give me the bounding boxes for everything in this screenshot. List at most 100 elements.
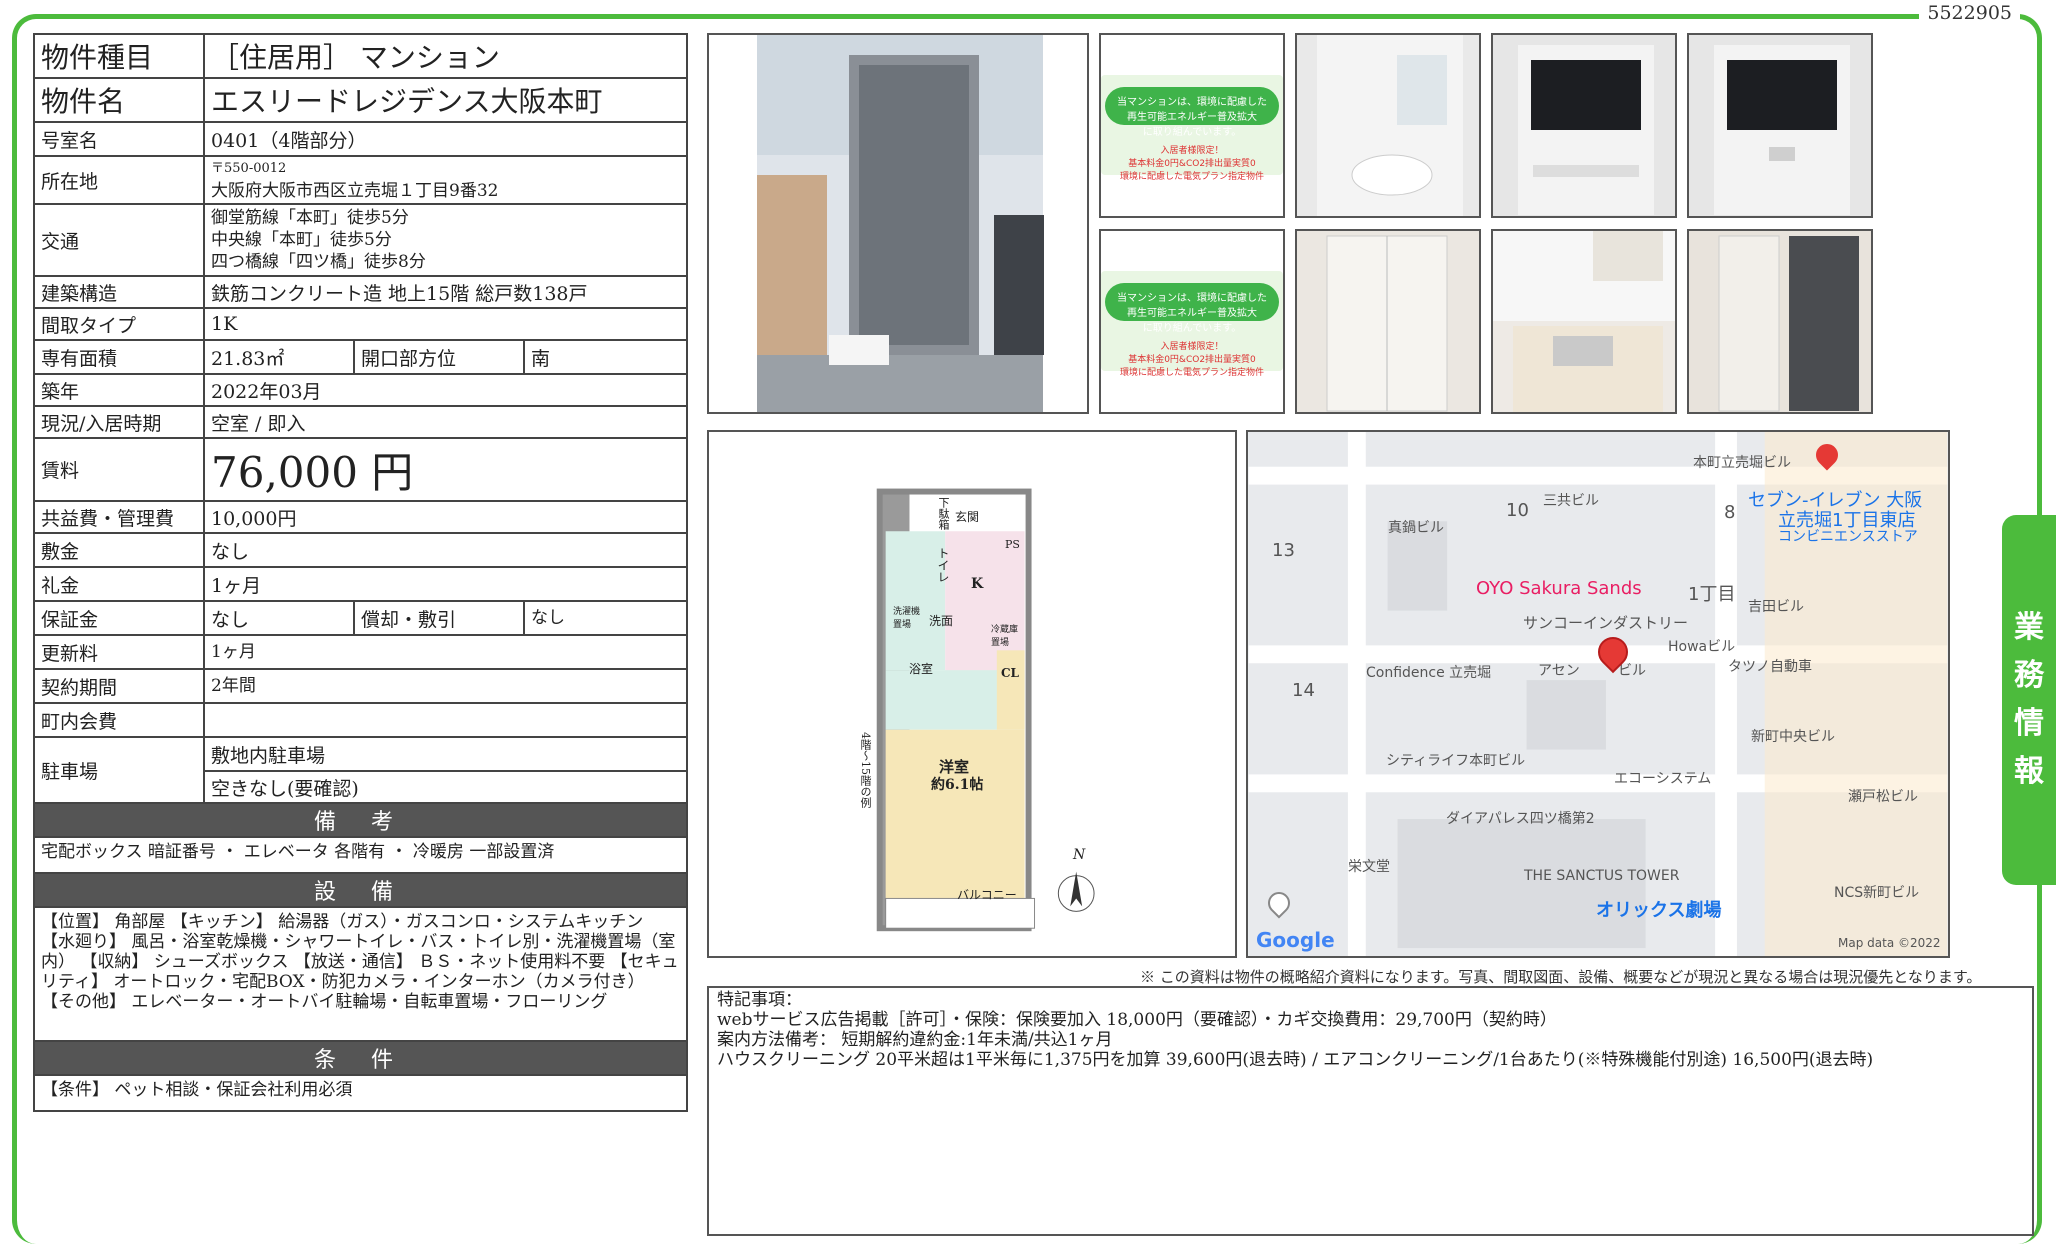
intercom-photo-1[interactable] <box>1491 33 1677 218</box>
remarks-heading: 備 考 <box>33 802 688 838</box>
structure-value: 鉄筋コンクリート造 地上15階 総戸数138戸 <box>203 275 688 309</box>
map-label: シティライフ本町ビル <box>1386 753 1526 769</box>
key-money-value: 1ヶ月 <box>203 566 688 602</box>
special-notes-line: 案内方法備考： 短期解約違約金:1年未満/共込1ヶ月 <box>717 1030 1113 1050</box>
energy-banner-photo[interactable]: 当マンションは、環境に配慮した 再生可能エネルギー普及拡大 に取り組んでいます。… <box>1099 229 1285 414</box>
map-label: タツノ自動車 <box>1728 659 1812 675</box>
map-label: 本町立売堀ビル <box>1693 455 1791 471</box>
kitchen-photo[interactable] <box>1491 229 1677 414</box>
deposit-value: なし <box>203 532 688 568</box>
area-label: 専有面積 <box>33 339 205 375</box>
layout-value: 1K <box>203 307 688 341</box>
built-value: 2022年03月 <box>203 373 688 407</box>
equipment-heading: 設 備 <box>33 872 688 908</box>
energy-text: に取り組んでいます。 <box>1142 127 1242 138</box>
map-label: エコーシステム <box>1614 771 1712 787</box>
google-logo: Google <box>1256 928 1335 952</box>
side-tab-char: 情 <box>2014 706 2044 741</box>
energy-text: 基本料金0円&CO2排出量実質0 <box>1128 355 1256 365</box>
closet-photo[interactable] <box>1295 229 1481 414</box>
table-row: 築年 2022年03月 <box>33 373 688 407</box>
table-row: 物件種目 ［住居用］ マンション <box>33 33 688 79</box>
table-row: 物件名 エスリードレジデンス大阪本町 <box>33 77 688 123</box>
plan-label: バルコニー <box>957 888 1017 902</box>
disclaimer: ※ この資料は物件の概略紹介資料になります。写真、間取図面、設備、概要などが現況… <box>1140 968 1982 986</box>
direction-label: 開口部方位 <box>353 339 525 375</box>
table-row: 保証金 なし 償却・敷引 なし <box>33 600 688 636</box>
property-table: 物件種目 ［住居用］ マンション 物件名 エスリードレジデンス大阪本町 号室名 … <box>33 33 688 1112</box>
transport-line: 御堂筋線「本町」徒歩5分 <box>211 208 409 228</box>
transport-line: 四つ橋線「四ツ橋」徒歩8分 <box>211 252 426 272</box>
energy-text: 入居者様限定！ <box>1160 342 1224 352</box>
plan-label: 浴室 <box>909 662 934 676</box>
address-label: 所在地 <box>33 155 205 205</box>
layout-label: 間取タイプ <box>33 307 205 341</box>
amort-label: 償却・敷引 <box>353 600 525 636</box>
business-info-tab[interactable]: 業 務 情 報 <box>2002 515 2056 885</box>
map-label: 8 <box>1724 502 1736 523</box>
map-label: コンビニエンスストア <box>1778 529 1918 545</box>
table-row: 更新料 1ヶ月 <box>33 634 688 670</box>
table-row: 専有面積 21.83㎡ 開口部方位 南 <box>33 339 688 375</box>
energy-banner-photo[interactable]: 当マンションは、環境に配慮した 再生可能エネルギー普及拡大 に取り組んでいます。… <box>1099 33 1285 218</box>
parking-label: 駐車場 <box>33 736 205 804</box>
amort-value: なし <box>523 600 688 636</box>
fee-value: 10,000円 <box>203 500 688 534</box>
plan-label: 下駄箱 <box>937 497 950 530</box>
plan-floor-range: 4階〜15階の例 <box>859 732 872 808</box>
map-label: 三共ビル <box>1543 493 1599 509</box>
energy-text: に取り組んでいます。 <box>1142 323 1242 334</box>
table-row: 現況/入居時期 空室 / 即入 <box>33 405 688 439</box>
contract-value: 2年間 <box>203 668 688 704</box>
map-label: 瀬戸松ビル <box>1848 789 1918 805</box>
entrance-photo[interactable] <box>1687 229 1873 414</box>
parking-value: 敷地内駐車場 <box>203 736 688 772</box>
table-row: 共益費・管理費 10,000円 <box>33 500 688 534</box>
plan-label: トイレ <box>936 547 950 583</box>
remarks-text: 宅配ボックス 暗証番号 ・ エレベータ 各階有 ・ 冷暖房 一部設置済 <box>33 836 688 874</box>
table-row: 号室名 0401（4階部分） <box>33 121 688 157</box>
table-row: 条 件 <box>33 1040 688 1076</box>
transport-line: 中央線「本町」徒歩5分 <box>211 230 392 250</box>
table-row: 設 備 <box>33 872 688 908</box>
energy-text: 入居者様限定！ <box>1160 146 1224 156</box>
table-row: 【条件】 ペット相談・保証会社利用必須 <box>33 1074 688 1112</box>
washbasin-photo[interactable] <box>1295 33 1481 218</box>
plan-label: 洗濯機置場 <box>893 607 921 630</box>
table-row: 礼金 1ヶ月 <box>33 566 688 602</box>
conditions-text: 【条件】 ペット相談・保証会社利用必須 <box>33 1074 688 1112</box>
area-value: 21.83㎡ <box>203 339 355 375</box>
parking-availability: 空きなし(要確認) <box>203 770 688 804</box>
map-label: Confidence 立売堀 <box>1366 665 1492 681</box>
energy-text: 基本料金0円&CO2排出量実質0 <box>1128 159 1256 169</box>
floor-plan[interactable]: 下駄箱 玄関 PS トイレ K 洗濯機置場 洗面 冷蔵庫置場 浴室 CL 洋室 … <box>707 430 1237 958</box>
table-row: 所在地 〒550-0012 大阪府大阪市西区立売堀１丁目9番32 <box>33 155 688 205</box>
side-tab-char: 報 <box>2014 754 2044 789</box>
intercom-image <box>1689 35 1871 216</box>
community-label: 町内会費 <box>33 702 205 738</box>
table-row: 宅配ボックス 暗証番号 ・ エレベータ 各階有 ・ 冷暖房 一部設置済 <box>33 836 688 874</box>
table-row: 交通 御堂筋線「本町」徒歩5分 中央線「本町」徒歩5分 四つ橋線「四ツ橋」徒歩8… <box>33 203 688 277</box>
intercom-photo-2[interactable] <box>1687 33 1873 218</box>
energy-text: 再生可能エネルギー普及拡大 <box>1127 308 1257 319</box>
map-label: 栄文堂 <box>1348 859 1390 875</box>
structure-label: 建築構造 <box>33 275 205 309</box>
map-label: NCS新町ビル <box>1834 885 1920 901</box>
status-label: 現況/入居時期 <box>33 405 205 439</box>
map-label: アセン <box>1538 663 1580 679</box>
table-row: 建築構造 鉄筋コンクリート造 地上15階 総戸数138戸 <box>33 275 688 309</box>
map-label: OYO Sakura Sands <box>1476 578 1642 599</box>
guarantee-label: 保証金 <box>33 600 205 636</box>
map-label: 吉田ビル <box>1748 599 1804 615</box>
location-map[interactable]: 本町立売堀ビル 三共ビル 真鍋ビル 10 8 13 セブン-イレブン 大阪 立売… <box>1246 430 1950 958</box>
map-label: オリックス劇場 <box>1596 900 1722 921</box>
plan-label: CL <box>1001 666 1019 680</box>
map-label: Howaビル <box>1668 639 1736 655</box>
postal-code: 〒550-0012 <box>211 161 287 176</box>
building-exterior-image <box>757 35 1044 412</box>
map-label: ダイアパレス四ツ橋第2 <box>1446 811 1595 827</box>
building-photo[interactable] <box>707 33 1089 414</box>
special-notes-line: ハウスクリーニング 20平米超は1平米毎に1,375円を加算 39,600円(退… <box>717 1050 1874 1070</box>
intercom-image <box>1493 35 1675 216</box>
table-row: 間取タイプ 1K <box>33 307 688 341</box>
